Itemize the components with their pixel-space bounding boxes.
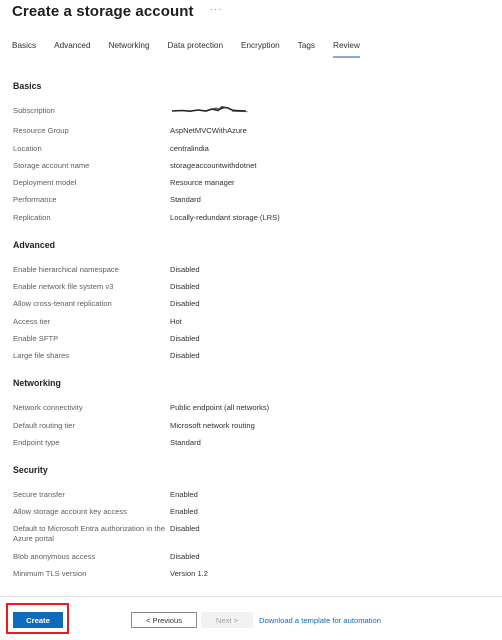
summary-row: Allow cross-tenant replication Disabled <box>13 299 483 309</box>
summary-row: Default routing tier Microsoft network r… <box>13 421 483 431</box>
row-label: Access tier <box>13 316 51 326</box>
page-title: Create a storage account <box>12 2 194 20</box>
row-label: Network connectivity <box>13 403 83 413</box>
row-value: Hot <box>170 316 182 326</box>
row-value: Standard <box>170 437 201 447</box>
row-label: Performance <box>13 195 57 205</box>
summary-row: Enable SFTP Disabled <box>13 334 483 344</box>
row-label: Enable hierarchical namespace <box>13 264 119 274</box>
row-value: Resource manager <box>170 178 235 188</box>
redaction-scribble <box>171 106 249 113</box>
row-label: Replication <box>13 212 51 222</box>
footer-divider <box>0 596 502 597</box>
summary-row: Network connectivity Public endpoint (al… <box>13 403 483 413</box>
section-networking: Networking Network connectivity Public e… <box>13 378 483 448</box>
row-value: Enabled <box>170 507 198 517</box>
row-label: Enable network file system v3 <box>13 282 114 292</box>
row-label: Subscription <box>13 106 55 115</box>
row-label: Minimum TLS version <box>13 569 87 579</box>
summary-row: Performance Standard <box>13 195 483 205</box>
row-value: Disabled <box>170 299 200 309</box>
tab-basics[interactable]: Basics <box>12 41 36 61</box>
section-advanced: Advanced Enable hierarchical namespace D… <box>13 240 483 361</box>
tab-advanced[interactable]: Advanced <box>54 41 90 61</box>
summary-row: Access tier Hot <box>13 317 483 327</box>
summary-row: Deployment model Resource manager <box>13 178 483 188</box>
summary-row: Minimum TLS version Version 1.2 <box>13 569 483 579</box>
row-label: Allow storage account key access <box>13 507 127 517</box>
row-label: Blob anonymous access <box>13 551 96 561</box>
row-label: Location <box>13 143 42 153</box>
row-label: Resource Group <box>13 126 69 136</box>
tab-networking[interactable]: Networking <box>109 41 150 61</box>
row-label: Storage account name <box>13 160 90 170</box>
tab-encryption[interactable]: Encryption <box>241 41 280 61</box>
download-template-link[interactable]: Download a template for automation <box>259 616 381 625</box>
section-title-networking: Networking <box>13 378 61 389</box>
summary-row: Large file shares Disabled <box>13 351 483 361</box>
row-value: Microsoft network routing <box>170 420 255 430</box>
row-label: Enable SFTP <box>13 333 59 343</box>
next-button: Next > <box>201 612 253 628</box>
section-title-advanced: Advanced <box>13 239 56 250</box>
page-header: Create a storage account ··· <box>12 0 223 22</box>
row-label: Default to Microsoft Entra authorization… <box>13 524 165 544</box>
row-label: Endpoint type <box>13 437 60 447</box>
wizard-tabs: Basics Advanced Networking Data protecti… <box>12 41 378 61</box>
section-basics: Basics Subscription Resource Group AspNe… <box>13 81 483 223</box>
redacted-subscription-value <box>170 106 250 119</box>
row-label: Allow cross-tenant replication <box>13 299 112 309</box>
summary-row: Resource Group AspNetMVCWithAzure <box>13 126 483 136</box>
row-value: Standard <box>170 195 201 205</box>
summary-row: Storage account name storageaccountwithd… <box>13 161 483 171</box>
row-value: Version 1.2 <box>170 569 208 579</box>
row-value: centralindia <box>170 143 209 153</box>
tab-tags[interactable]: Tags <box>298 41 315 61</box>
summary-row: Secure transfer Enabled <box>13 490 483 500</box>
previous-button[interactable]: < Previous <box>131 612 197 628</box>
row-value: Disabled <box>170 524 200 534</box>
summary-row: Replication Locally-redundant storage (L… <box>13 213 483 223</box>
row-value: Disabled <box>170 333 200 343</box>
row-value: Disabled <box>170 351 200 361</box>
row-value: Disabled <box>170 264 200 274</box>
row-value: AspNetMVCWithAzure <box>170 126 247 136</box>
section-security: Security Secure transfer Enabled Allow s… <box>13 465 483 579</box>
summary-row: Enable hierarchical namespace Disabled <box>13 265 483 275</box>
summary-row: Subscription <box>13 106 483 119</box>
row-value: Disabled <box>170 551 200 561</box>
tab-data-protection[interactable]: Data protection <box>168 41 224 61</box>
row-value: Public endpoint (all networks) <box>170 403 270 413</box>
row-label: Large file shares <box>13 351 70 361</box>
section-title-basics: Basics <box>13 81 42 91</box>
row-label: Secure transfer <box>13 489 65 499</box>
summary-row: Blob anonymous access Disabled <box>13 552 483 562</box>
summary-row: Location centralindia <box>13 144 483 154</box>
section-title-security: Security <box>13 464 48 475</box>
summary-row: Enable network file system v3 Disabled <box>13 282 483 292</box>
row-label: Deployment model <box>13 178 77 188</box>
ellipsis-icon[interactable]: ··· <box>210 4 223 15</box>
review-content: Basics Subscription Resource Group AspNe… <box>13 81 483 579</box>
create-button[interactable]: Create <box>13 612 63 628</box>
row-label: Default routing tier <box>13 420 76 430</box>
summary-row: Allow storage account key access Enabled <box>13 507 483 517</box>
summary-row: Default to Microsoft Entra authorization… <box>13 524 483 544</box>
row-value: Disabled <box>170 282 200 292</box>
summary-row: Endpoint type Standard <box>13 438 483 448</box>
tab-review[interactable]: Review <box>333 41 360 61</box>
row-value: Locally-redundant storage (LRS) <box>170 212 280 222</box>
row-value: Enabled <box>170 489 198 499</box>
row-value: storageaccountwithdotnet <box>170 160 257 170</box>
